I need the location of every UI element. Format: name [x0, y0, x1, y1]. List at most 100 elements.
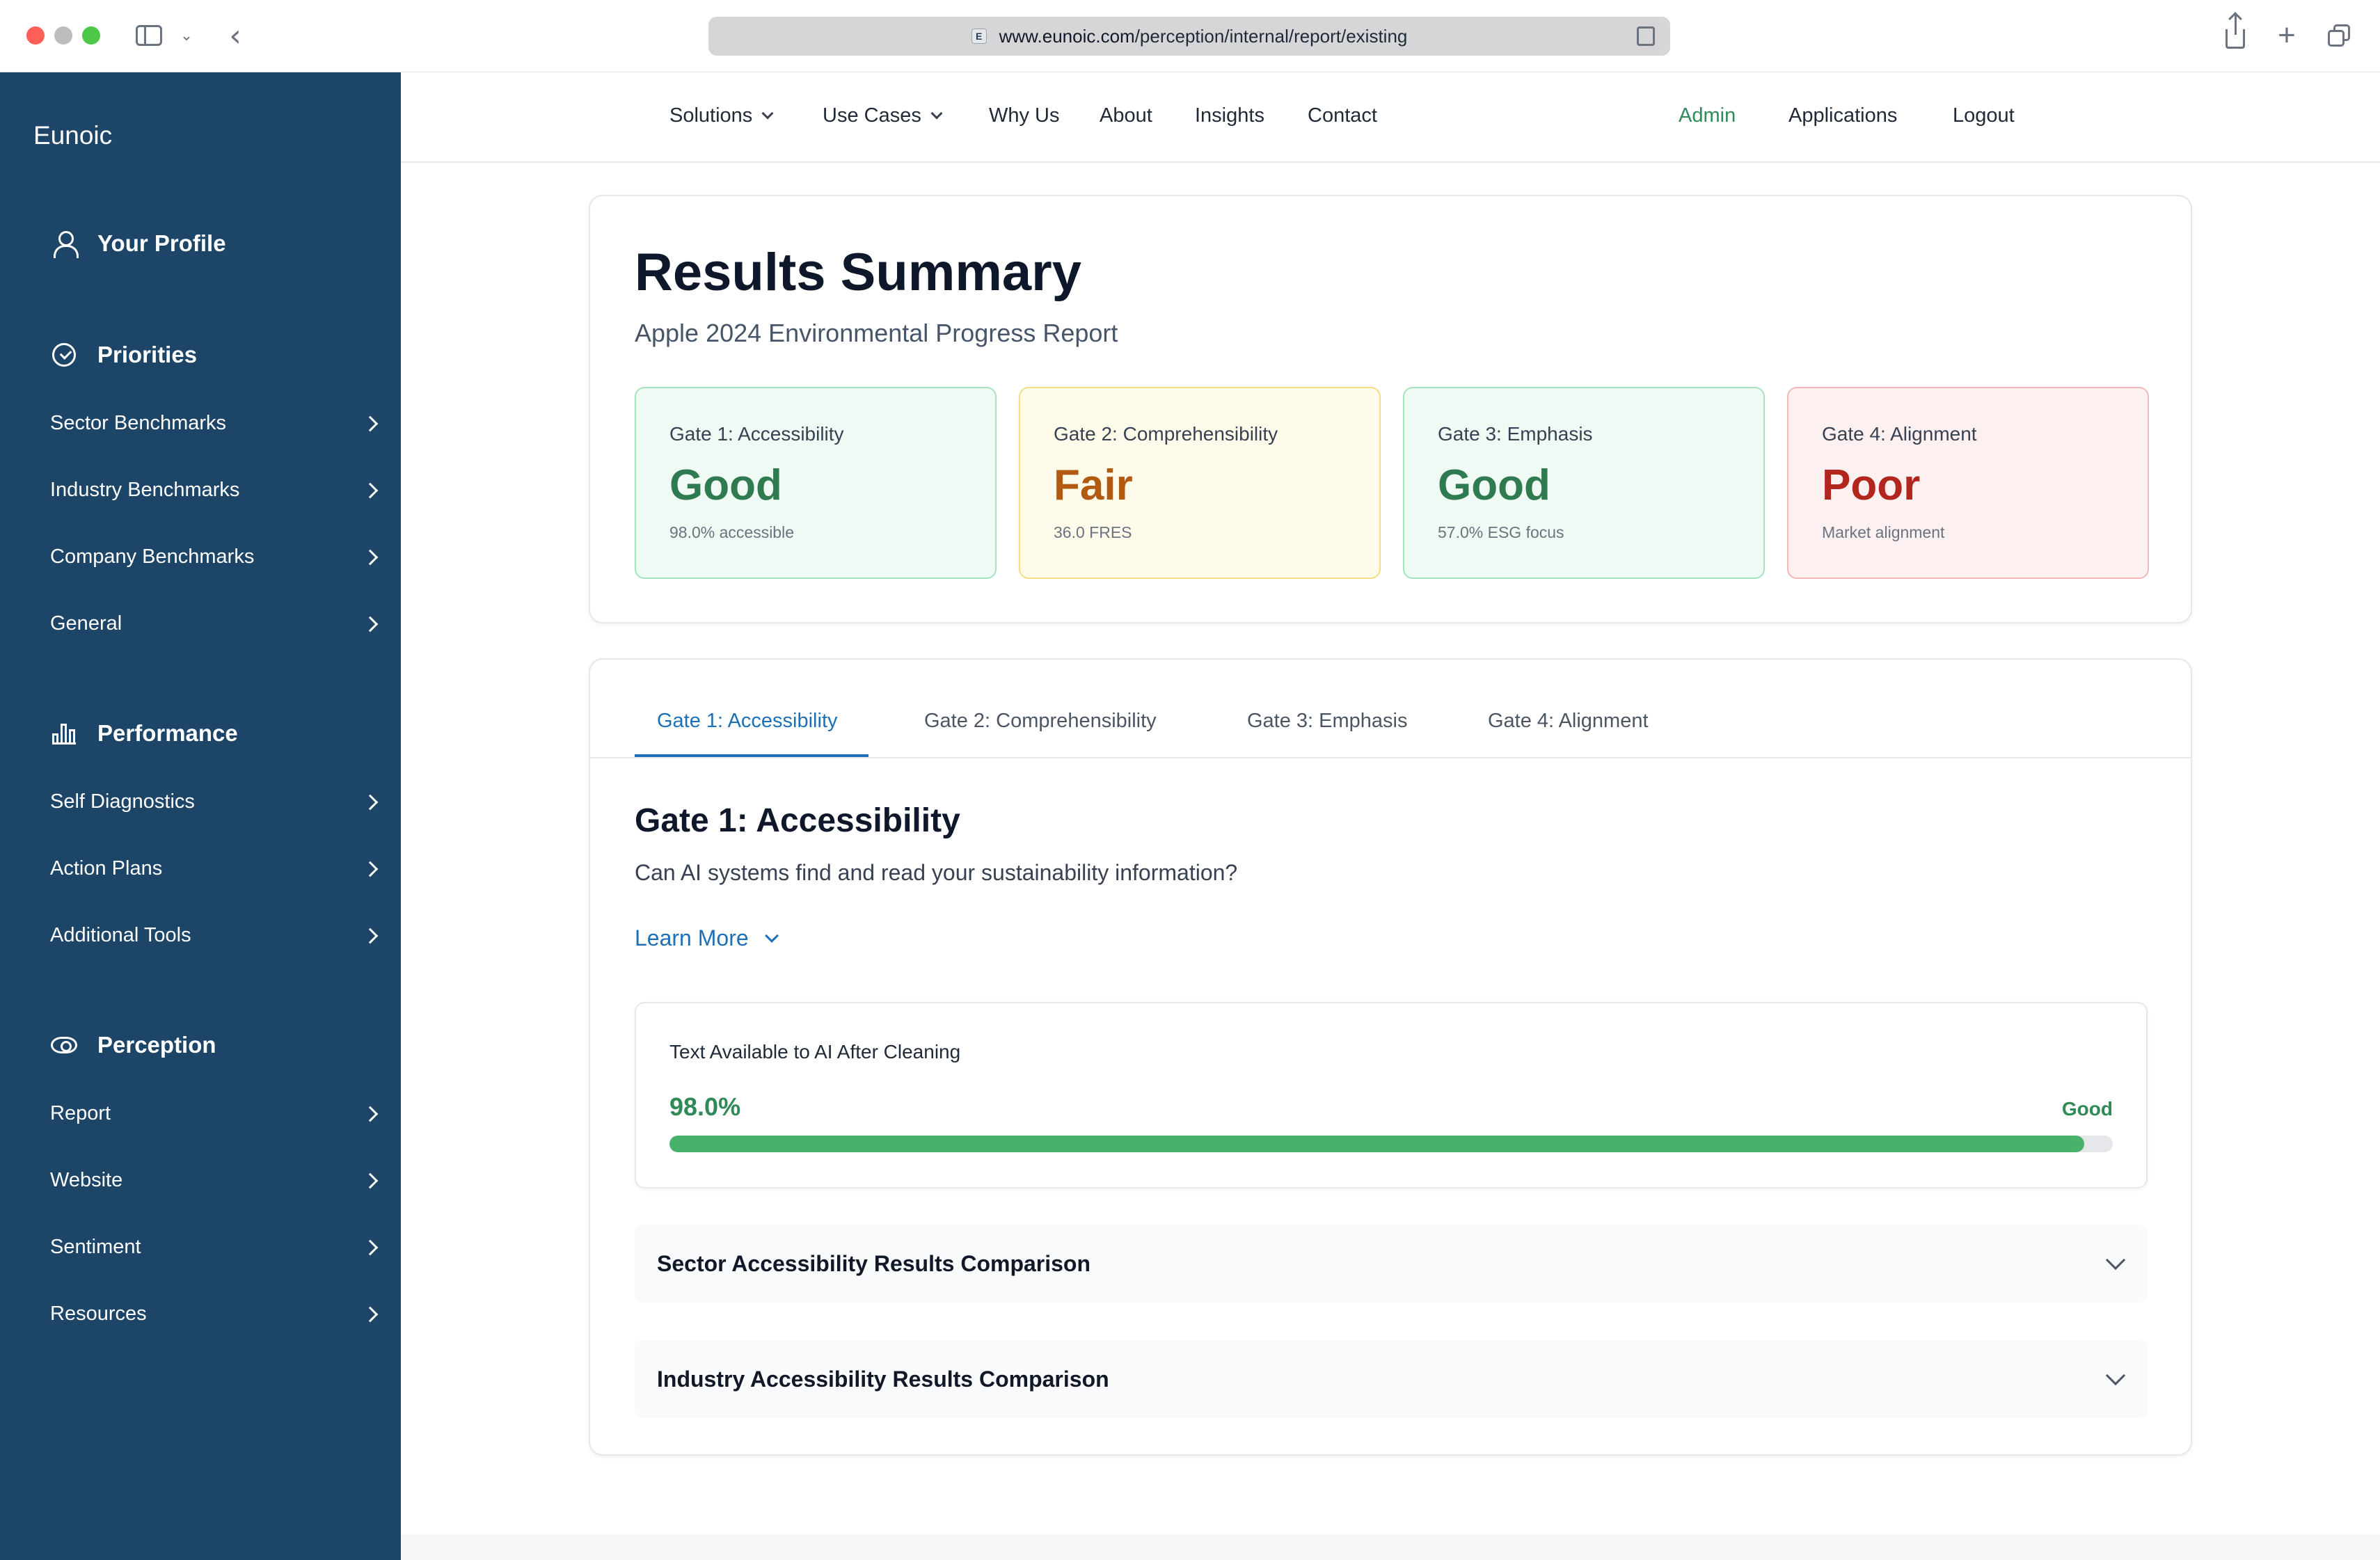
gate-label: Gate 1: Accessibility: [669, 423, 844, 445]
sidebar-item-additional-tools[interactable]: Additional Tools: [50, 924, 384, 947]
gate-detail: 36.0 FRES: [1054, 523, 1132, 541]
report-subtitle: Apple 2024 Environmental Progress Report: [635, 319, 1118, 347]
nav-contact[interactable]: Contact: [1308, 104, 1377, 127]
sidebar-item-label: Your Profile: [97, 230, 226, 256]
new-tab-icon[interactable]: +: [2273, 18, 2301, 52]
gate-card-accessibility[interactable]: Gate 1: Accessibility Good 98.0% accessi…: [635, 387, 997, 579]
gate-label: Gate 3: Emphasis: [1438, 423, 1593, 445]
chevron-right-icon: [362, 1172, 379, 1188]
minimize-window-button[interactable]: [54, 26, 72, 45]
sidebar-section-priorities[interactable]: Priorities: [50, 341, 197, 369]
sidebar-item-label: Industry Benchmarks: [50, 479, 240, 501]
nav-use-cases[interactable]: Use Cases: [823, 104, 943, 127]
gate-detail: Market alignment: [1822, 523, 1945, 541]
close-window-button[interactable]: [26, 26, 45, 45]
sidebar-item-resources[interactable]: Resources: [50, 1303, 384, 1326]
sidebar-item-sentiment[interactable]: Sentiment: [50, 1236, 384, 1259]
sidebar-item-self-diagnostics[interactable]: Self Diagnostics: [50, 790, 384, 813]
sidebar-item-website[interactable]: Website: [50, 1169, 384, 1192]
sidebar-item-sector-benchmarks[interactable]: Sector Benchmarks: [50, 412, 384, 435]
gate-label: Gate 4: Alignment: [1822, 423, 1977, 445]
gate-rating: Fair: [1054, 461, 1133, 509]
progress-bar: [669, 1136, 2113, 1152]
section-question: Can AI systems find and read your sustai…: [635, 860, 1238, 885]
chevron-down-icon[interactable]: ⌄: [178, 21, 195, 50]
gate-card-comprehensibility[interactable]: Gate 2: Comprehensibility Fair 36.0 FRES: [1019, 387, 1381, 579]
sidebar-item-label: Resources: [50, 1303, 147, 1325]
sidebar-item-label: Action Plans: [50, 857, 163, 880]
url-text: www.eunoic.com/perception/internal/repor…: [999, 26, 1408, 47]
url-domain: www.eunoic.com: [999, 25, 1135, 47]
sidebar-item-company-benchmarks[interactable]: Company Benchmarks: [50, 546, 384, 568]
active-tab-indicator: [635, 754, 868, 757]
tab-gate-4-alignment[interactable]: Gate 4: Alignment: [1488, 710, 1649, 733]
metric-card: Text Available to AI After Cleaning 98.0…: [635, 1002, 2148, 1188]
brand-logo-text[interactable]: Eunoic: [33, 121, 112, 150]
gate-rating: Good: [669, 461, 782, 509]
chevron-right-icon: [362, 861, 379, 877]
url-path: /perception/internal/report/existing: [1134, 25, 1408, 47]
chevron-right-icon: [362, 549, 379, 565]
share-icon[interactable]: [2221, 14, 2249, 50]
bar-chart-icon: [50, 719, 78, 747]
accordion-industry-comparison[interactable]: Industry Accessibility Results Compariso…: [635, 1340, 2148, 1418]
tab-overview-icon[interactable]: [2324, 21, 2354, 50]
nav-solutions[interactable]: Solutions: [669, 104, 774, 127]
progress-fill: [669, 1136, 2084, 1152]
sidebar-item-label: Self Diagnostics: [50, 790, 195, 813]
gate-card-emphasis[interactable]: Gate 3: Emphasis Good 57.0% ESG focus: [1403, 387, 1765, 579]
nav-insights[interactable]: Insights: [1195, 104, 1264, 127]
sidebar-section-label: Performance: [97, 720, 238, 746]
sidebar-item-industry-benchmarks[interactable]: Industry Benchmarks: [50, 479, 384, 502]
gate-rating: Good: [1438, 461, 1550, 509]
sidebar-section-label: Perception: [97, 1032, 216, 1058]
sidebar-toggle-icon[interactable]: [134, 21, 164, 50]
tab-gate-3-emphasis[interactable]: Gate 3: Emphasis: [1247, 710, 1408, 733]
tab-gate-1-accessibility[interactable]: Gate 1: Accessibility: [657, 710, 838, 733]
metric-status: Good: [2061, 1098, 2113, 1120]
chevron-down-icon: [761, 107, 774, 119]
reader-mode-icon[interactable]: [1637, 26, 1655, 46]
sidebar: Eunoic Your Profile Priorities Sector Be…: [0, 72, 401, 1560]
address-bar[interactable]: E www.eunoic.com/perception/internal/rep…: [708, 17, 1670, 56]
eye-icon: [50, 1031, 78, 1059]
check-circle-icon: [50, 341, 78, 369]
chevron-right-icon: [362, 794, 379, 810]
nav-label: Solutions: [669, 104, 753, 127]
nav-applications[interactable]: Applications: [1788, 104, 1897, 127]
page-title: Results Summary: [635, 243, 1082, 302]
nav-about[interactable]: About: [1100, 104, 1152, 127]
chevron-right-icon: [362, 928, 379, 944]
gate-label: Gate 2: Comprehensibility: [1054, 423, 1278, 445]
sidebar-item-report[interactable]: Report: [50, 1102, 384, 1125]
sidebar-item-label: Website: [50, 1169, 123, 1191]
sidebar-item-label: Company Benchmarks: [50, 546, 255, 568]
browser-toolbar: ⌄ ‹ E www.eunoic.com/perception/internal…: [0, 0, 2380, 72]
gate-card-alignment[interactable]: Gate 4: Alignment Poor Market alignment: [1787, 387, 2149, 579]
section-title: Gate 1: Accessibility: [635, 802, 960, 839]
learn-more-label: Learn More: [635, 925, 749, 950]
nav-label: Use Cases: [823, 104, 921, 127]
gate-detail: 98.0% accessible: [669, 523, 794, 541]
sidebar-item-general[interactable]: General: [50, 612, 384, 635]
nav-logout[interactable]: Logout: [1953, 104, 2015, 127]
accordion-sector-comparison[interactable]: Sector Accessibility Results Comparison: [635, 1225, 2148, 1303]
nav-why-us[interactable]: Why Us: [989, 104, 1060, 127]
back-arrow-icon[interactable]: ‹: [223, 18, 248, 54]
chevron-down-icon: [2105, 1250, 2126, 1271]
metric-label: Text Available to AI After Cleaning: [669, 1041, 961, 1062]
gate-detail-card: Gate 1: Accessibility Gate 2: Comprehens…: [589, 658, 2192, 1456]
learn-more-toggle[interactable]: Learn More: [635, 925, 779, 951]
nav-admin[interactable]: Admin: [1679, 104, 1736, 127]
results-summary-card: Results Summary Apple 2024 Environmental…: [589, 195, 2192, 623]
tab-gate-2-comprehensibility[interactable]: Gate 2: Comprehensibility: [924, 710, 1157, 733]
gate-tabs: Gate 1: Accessibility Gate 2: Comprehens…: [590, 660, 2191, 758]
sidebar-item-your-profile[interactable]: Your Profile: [50, 230, 226, 258]
maximize-window-button[interactable]: [82, 26, 100, 45]
sidebar-section-performance[interactable]: Performance: [50, 719, 238, 747]
sidebar-item-action-plans[interactable]: Action Plans: [50, 857, 384, 880]
sidebar-item-label: Additional Tools: [50, 924, 191, 946]
sidebar-item-label: Sentiment: [50, 1236, 141, 1258]
sidebar-section-perception[interactable]: Perception: [50, 1031, 216, 1059]
page-footer-strip: [401, 1534, 2380, 1560]
